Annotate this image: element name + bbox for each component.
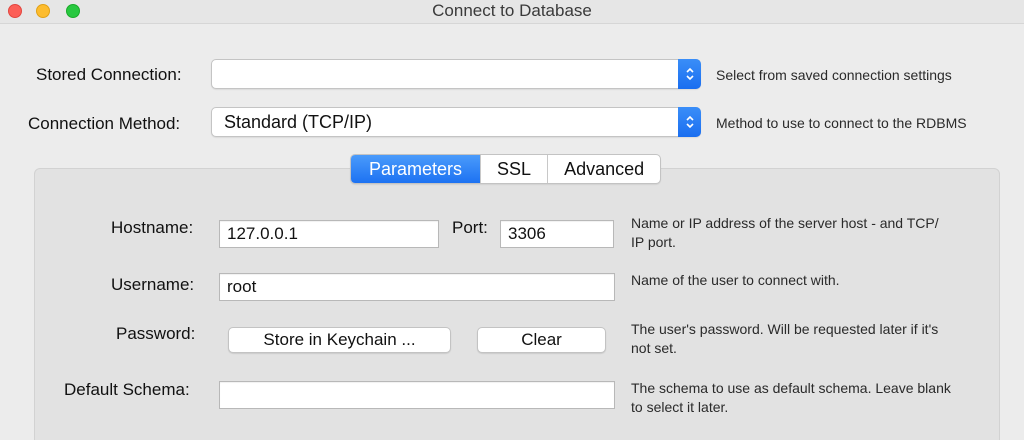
- store-in-keychain-button[interactable]: Store in Keychain ...: [228, 327, 451, 353]
- username-description: Name of the user to connect with.: [631, 271, 993, 290]
- connection-method-value: Standard (TCP/IP): [224, 112, 373, 132]
- stored-connection-select[interactable]: [211, 59, 701, 89]
- connection-method-label: Connection Method:: [28, 114, 181, 133]
- port-field[interactable]: [500, 220, 614, 248]
- hostname-description: Name or IP address of the server host - …: [631, 214, 993, 252]
- window-title: Connect to Database: [432, 1, 592, 20]
- stored-connection-label: Stored Connection:: [36, 65, 182, 84]
- port-label: Port:: [452, 218, 488, 237]
- default-schema-description-line1: The schema to use as default schema. Lea…: [631, 380, 951, 396]
- default-schema-description-line2: to select it later.: [631, 399, 729, 415]
- hostname-label: Hostname:: [111, 218, 194, 237]
- hostname-field[interactable]: [219, 220, 439, 248]
- stored-connection-chevron-icon: [678, 59, 701, 89]
- connection-method-hint: Method to use to connect to the RDBMS: [716, 115, 967, 131]
- connection-method-select[interactable]: Standard (TCP/IP): [211, 107, 701, 137]
- title-bar: Connect to Database: [0, 0, 1024, 24]
- username-description-line1: Name of the user to connect with.: [631, 272, 840, 288]
- tab-bar: Parameters SSL Advanced: [350, 154, 662, 184]
- tab-parameters[interactable]: Parameters: [351, 155, 481, 183]
- password-description-line1: The user's password. Will be requested l…: [631, 321, 939, 337]
- tab-advanced[interactable]: Advanced: [547, 155, 660, 183]
- default-schema-description: The schema to use as default schema. Lea…: [631, 379, 993, 417]
- password-label: Password:: [116, 324, 196, 343]
- default-schema-label: Default Schema:: [64, 380, 190, 399]
- connection-method-chevron-icon: [678, 107, 701, 137]
- password-description: The user's password. Will be requested l…: [631, 320, 993, 358]
- username-field[interactable]: [219, 273, 615, 301]
- stored-connection-hint: Select from saved connection settings: [716, 67, 952, 83]
- default-schema-field[interactable]: [219, 381, 615, 409]
- tab-ssl[interactable]: SSL: [480, 155, 547, 183]
- username-label: Username:: [111, 275, 195, 294]
- hostname-description-line1: Name or IP address of the server host - …: [631, 215, 939, 231]
- hostname-description-line2: IP port.: [631, 234, 676, 250]
- clear-password-button[interactable]: Clear: [477, 327, 606, 353]
- password-description-line2: not set.: [631, 340, 677, 356]
